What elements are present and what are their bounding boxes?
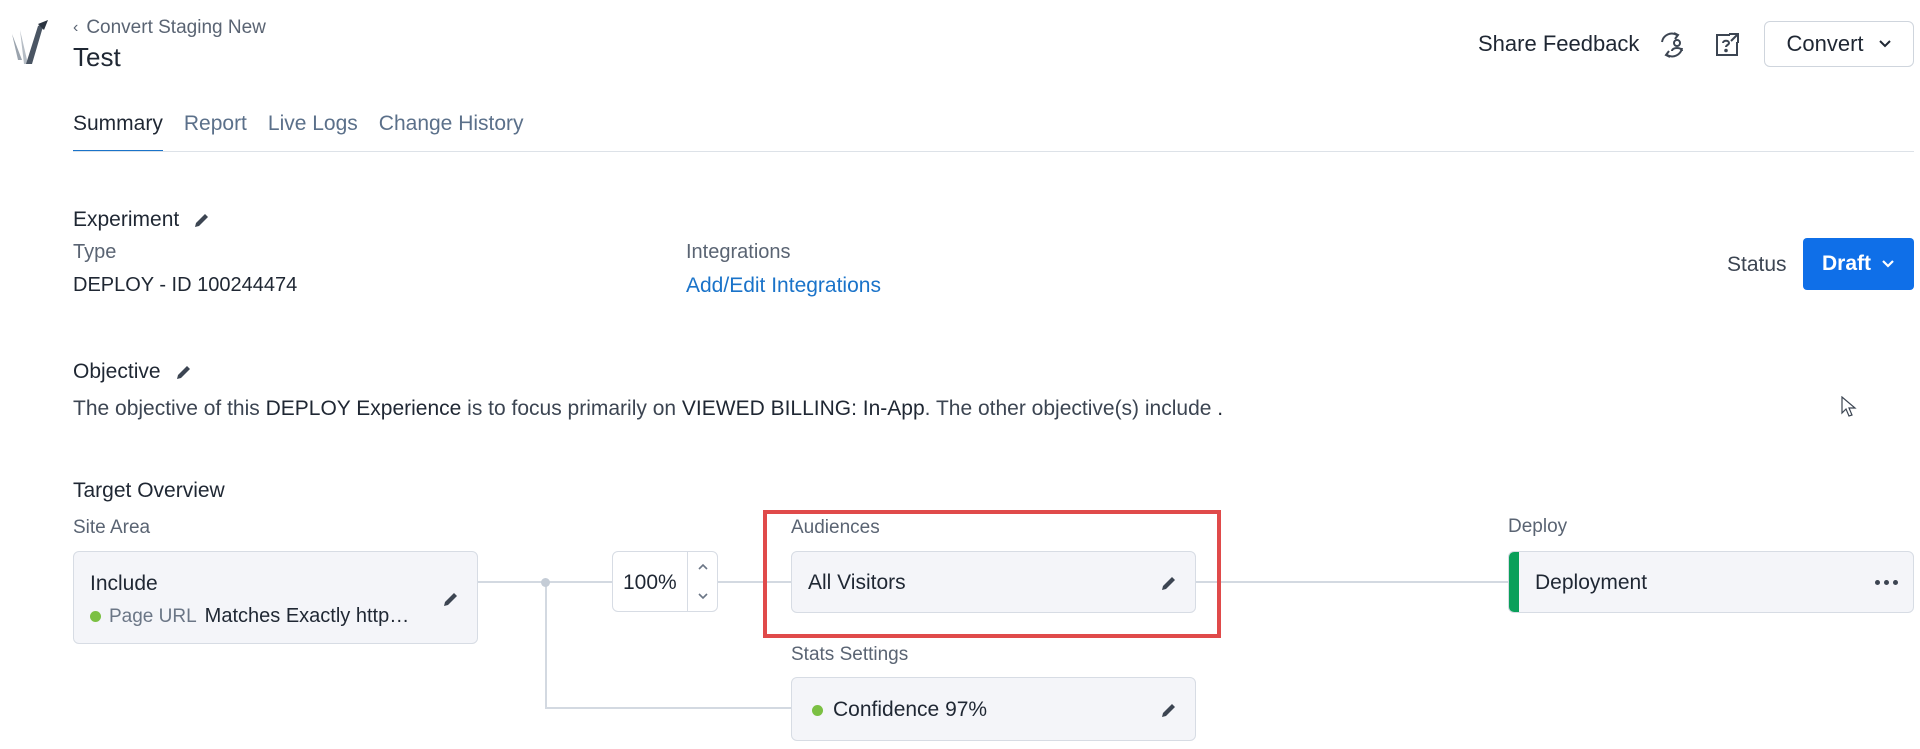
status-dot: [90, 611, 101, 622]
decrement-arrow-icon[interactable]: [688, 582, 717, 612]
stats-value: Confidence 97%: [833, 698, 988, 721]
type-value: DEPLOY - ID 100244474: [73, 274, 298, 296]
chevron-down-icon: [1882, 260, 1894, 268]
tab-summary[interactable]: Summary: [73, 112, 163, 152]
objective-description: The objective of this DEPLOY Experience …: [73, 397, 1224, 420]
experiment-title: Experiment: [73, 208, 180, 231]
site-area-include-card[interactable]: Include Page URL Matches Exactly http…: [73, 551, 478, 644]
tabs-divider: [73, 151, 1914, 152]
connector-line: [545, 707, 791, 709]
chevron-left-icon: ‹: [73, 19, 79, 36]
traffic-percent-value[interactable]: 100%: [623, 571, 677, 595]
rule-value: Matches Exactly http…: [204, 605, 410, 627]
more-options-icon[interactable]: [1875, 574, 1899, 590]
help-external-icon[interactable]: [1710, 28, 1744, 62]
convert-label: Convert: [1786, 31, 1864, 56]
stats-settings-card[interactable]: Confidence 97%: [791, 677, 1196, 741]
site-area-label: Site Area: [73, 517, 151, 538]
status-label: Status: [1727, 253, 1787, 276]
share-feedback-link[interactable]: Share Feedback: [1478, 31, 1639, 57]
status-value: Draft: [1821, 252, 1871, 275]
integrations-label: Integrations: [686, 241, 791, 263]
status-dropdown-button[interactable]: Draft: [1803, 238, 1914, 290]
tab-report[interactable]: Report: [184, 112, 247, 152]
rule-key: Page URL: [109, 605, 197, 627]
convert-dropdown-button[interactable]: Convert: [1764, 21, 1914, 67]
deploy-label: Deploy: [1508, 516, 1568, 537]
edit-stats-icon[interactable]: [1160, 701, 1178, 719]
objective-title: Objective: [73, 360, 161, 383]
edit-objective-icon[interactable]: [175, 363, 193, 381]
add-edit-integrations-link[interactable]: Add/Edit Integrations: [686, 274, 881, 298]
sync-users-icon[interactable]: [1655, 28, 1689, 62]
edit-site-area-icon[interactable]: [442, 590, 460, 608]
app-logo: [12, 20, 48, 64]
type-label: Type: [73, 241, 117, 263]
status-dot: [812, 704, 823, 716]
objective-section-title: Objective: [73, 360, 193, 384]
traffic-percent-stepper[interactable]: 100%: [612, 551, 718, 612]
deployment-card[interactable]: Deployment: [1508, 551, 1914, 613]
page-title: Test: [73, 42, 121, 72]
breadcrumb[interactable]: ‹ Convert Staging New: [73, 17, 266, 39]
stepper-controls: [687, 552, 717, 611]
stats-value-row: Confidence 97%: [812, 698, 987, 722]
stats-settings-label: Stats Settings: [791, 644, 909, 665]
tab-change-history[interactable]: Change History: [379, 112, 524, 152]
objective-primary-goal: VIEWED BILLING: In-App: [681, 397, 925, 420]
deployment-status-bar: [1509, 552, 1519, 612]
audiences-highlight-box: [763, 510, 1221, 638]
breadcrumb-label: Convert Staging New: [86, 17, 266, 38]
connector-node: [541, 578, 550, 587]
include-rule: Page URL Matches Exactly http…: [90, 605, 409, 628]
experiment-section-title: Experiment: [73, 208, 211, 232]
deployment-value: Deployment: [1535, 571, 1648, 594]
objective-experience-type: DEPLOY Experience: [265, 397, 462, 420]
mouse-cursor-icon: [1841, 396, 1857, 417]
connector-line: [545, 581, 547, 709]
tab-bar: Summary Report Live Logs Change History: [73, 112, 524, 152]
edit-experiment-icon[interactable]: [193, 211, 211, 229]
target-overview-title: Target Overview: [73, 479, 225, 502]
increment-arrow-icon[interactable]: [688, 552, 717, 582]
chevron-down-icon: [1878, 40, 1891, 48]
tab-live-logs[interactable]: Live Logs: [268, 112, 358, 152]
include-title: Include: [90, 572, 158, 595]
